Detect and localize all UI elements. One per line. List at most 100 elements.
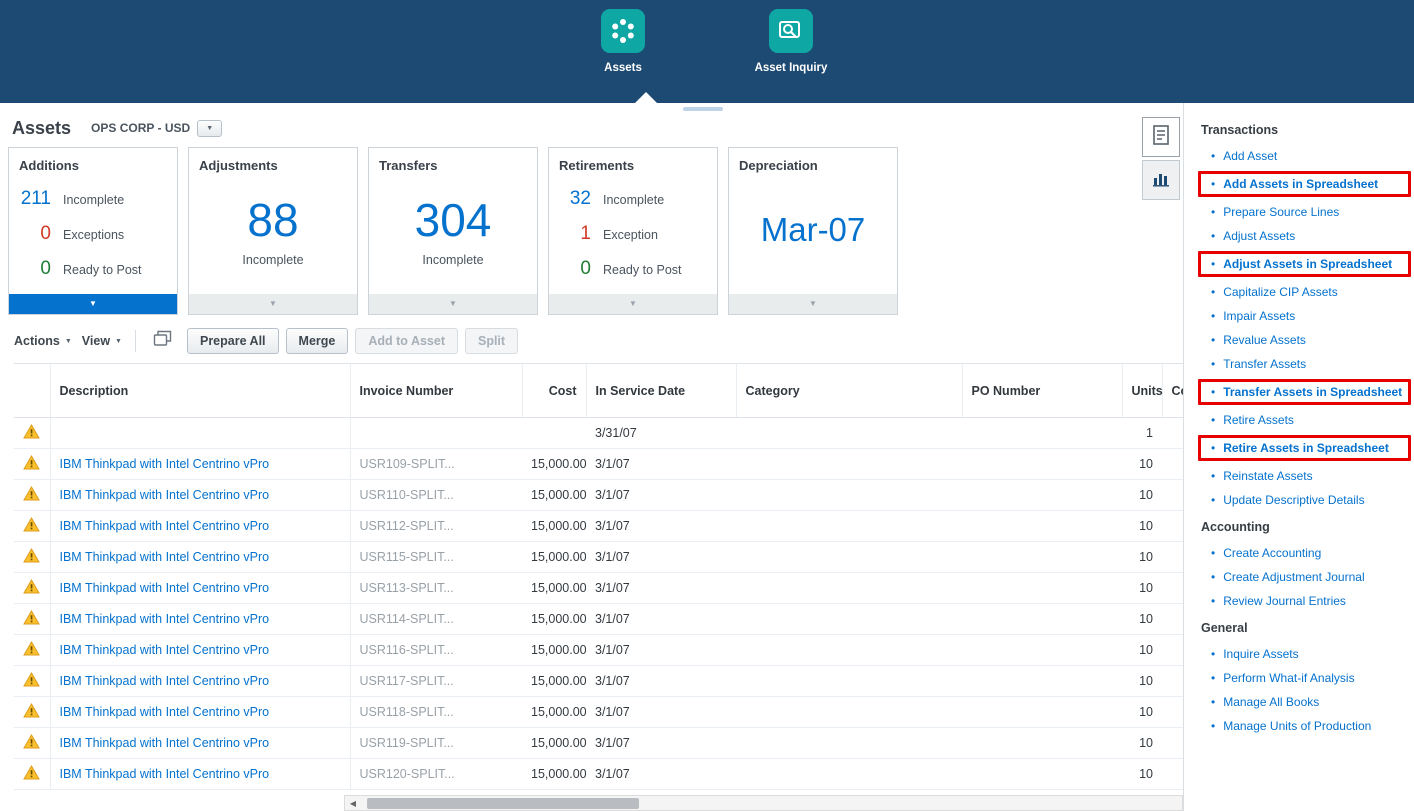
table-row[interactable]: 3/31/07 1 [14,417,1183,449]
task-link-adjust-assets-in-spreadsheet[interactable]: • Adjust Assets in Spreadsheet [1198,251,1411,277]
status-column-header [14,363,51,418]
cell-cost: 15,000.00 [522,727,586,759]
infotile-retirements[interactable]: Retirements 32 Incomplete 1 Exception 0 Ready … [548,147,718,315]
task-link-capitalize-cip-assets[interactable]: • Capitalize CIP Assets [1201,285,1402,299]
warning-cell [14,510,51,542]
actions-menu-button[interactable]: Actions ▼ [14,334,72,348]
banner-item-assets[interactable]: Assets [568,9,678,74]
task-link-inquire-assets[interactable]: • Inquire Assets [1201,647,1402,661]
cell-cost [522,417,586,449]
asset-description-link[interactable]: IBM Thinkpad with Intel Centrino vPro [60,705,270,719]
task-link-update-descriptive-details[interactable]: • Update Descriptive Details [1201,493,1402,507]
book-dropdown-button[interactable]: ▼ [197,119,223,137]
asset-description-link[interactable]: IBM Thinkpad with Intel Centrino vPro [60,643,270,657]
cell-comments [1162,696,1183,728]
task-link-reinstate-assets[interactable]: • Reinstate Assets [1201,469,1402,483]
column-header-in-service-date[interactable]: In Service Date [586,363,737,418]
task-link-revalue-assets[interactable]: • Revalue Assets [1201,333,1402,347]
banner-item-asset-inquiry[interactable]: Asset Inquiry [736,9,846,74]
task-link-label: Inquire Assets [1223,647,1299,661]
task-link-manage-units-of-production[interactable]: • Manage Units of Production [1201,719,1402,733]
cell-po [962,665,1122,697]
column-header-units[interactable]: Units [1122,363,1163,418]
table-row[interactable]: IBM Thinkpad with Intel Centrino vPro USR… [14,696,1183,728]
column-header-description[interactable]: Description [50,363,351,418]
cell-comments [1162,603,1183,635]
infotile-expander[interactable]: ▼ [549,294,717,314]
column-header-cost[interactable]: Cost [522,363,587,418]
table-body: 3/31/07 1 IBM Thinkpad with Intel Centrino… [14,417,1183,790]
table-row[interactable]: IBM Thinkpad with Intel Centrino vPro USR… [14,510,1183,542]
cell-comments [1162,727,1183,759]
tile-big-value: 88 [247,193,299,246]
table-view-toggle-button[interactable] [1142,117,1180,157]
scrollbar-track[interactable] [361,796,1182,810]
asset-description-link[interactable]: IBM Thinkpad with Intel Centrino vPro [60,519,270,533]
column-header-comments[interactable]: Comments [1162,363,1183,418]
view-menu-button[interactable]: View ▼ [82,334,122,348]
table-row[interactable]: IBM Thinkpad with Intel Centrino vPro USR… [14,758,1183,790]
asset-description-link[interactable]: IBM Thinkpad with Intel Centrino vPro [60,488,270,502]
cell-units: 1 [1122,417,1162,449]
warning-cell [14,479,51,511]
task-link-label: Capitalize CIP Assets [1223,285,1338,299]
prepare-all-button[interactable]: Prepare All [186,328,279,354]
column-header-po-number[interactable]: PO Number [962,363,1123,418]
asset-description-link[interactable]: IBM Thinkpad with Intel Centrino vPro [60,581,270,595]
task-link-retire-assets-in-spreadsheet[interactable]: • Retire Assets in Spreadsheet [1198,435,1411,461]
scrollbar-thumb[interactable] [367,798,639,809]
table-row[interactable]: IBM Thinkpad with Intel Centrino vPro USR… [14,479,1183,511]
task-link-add-assets-in-spreadsheet[interactable]: • Add Assets in Spreadsheet [1198,171,1411,197]
asset-description-link[interactable]: IBM Thinkpad with Intel Centrino vPro [60,736,270,750]
task-link-adjust-assets[interactable]: • Adjust Assets [1201,229,1402,243]
infotile-additions[interactable]: Additions 211 Incomplete 0 Exceptions 0 Ready … [8,147,178,315]
task-link-create-adjustment-journal[interactable]: • Create Adjustment Journal [1201,570,1402,584]
asset-description-link[interactable]: IBM Thinkpad with Intel Centrino vPro [60,674,270,688]
task-link-manage-all-books[interactable]: • Manage All Books [1201,695,1402,709]
infotile-expander[interactable]: ▼ [189,294,357,314]
task-link-create-accounting[interactable]: • Create Accounting [1201,546,1402,560]
infotile-expander[interactable]: ▼ [9,294,177,314]
table-row[interactable]: IBM Thinkpad with Intel Centrino vPro USR… [14,634,1183,666]
chart-view-toggle-button[interactable] [1142,160,1180,200]
infotile-expander[interactable]: ▼ [369,294,537,314]
task-link-transfer-assets-in-spreadsheet[interactable]: • Transfer Assets in Spreadsheet [1198,379,1411,405]
task-link-transfer-assets[interactable]: • Transfer Assets [1201,357,1402,371]
task-link-retire-assets[interactable]: • Retire Assets [1201,413,1402,427]
horizontal-scrollbar[interactable]: ◀ [344,795,1183,811]
table-row[interactable]: IBM Thinkpad with Intel Centrino vPro USR… [14,603,1183,635]
asset-description-link[interactable]: IBM Thinkpad with Intel Centrino vPro [60,612,270,626]
cell-comments [1162,510,1183,542]
asset-description-link[interactable]: IBM Thinkpad with Intel Centrino vPro [60,457,270,471]
infotile-depreciation[interactable]: Depreciation Mar-07 ▼ [728,147,898,315]
infotiles: Additions 211 Incomplete 0 Exceptions 0 Ready … [8,147,1183,315]
asset-description-link[interactable]: IBM Thinkpad with Intel Centrino vPro [60,550,270,564]
warning-cell [14,448,51,480]
banner-items: Assets Asset Inquiry [0,0,1414,74]
chevron-down-icon: ▼ [809,299,817,308]
task-link-add-asset[interactable]: • Add Asset [1201,149,1402,163]
task-link-impair-assets[interactable]: • Impair Assets [1201,309,1402,323]
task-link-label: Adjust Assets [1223,229,1296,243]
merge-button[interactable]: Merge [285,328,349,354]
infotile-adjustments[interactable]: Adjustments 88 Incomplete ▼ [188,147,358,315]
table-row[interactable]: IBM Thinkpad with Intel Centrino vPro USR… [14,572,1183,604]
task-link-review-journal-entries[interactable]: • Review Journal Entries [1201,594,1402,608]
table-row[interactable]: IBM Thinkpad with Intel Centrino vPro USR… [14,665,1183,697]
infotile-expander[interactable]: ▼ [729,294,897,314]
scroll-left-button[interactable]: ◀ [345,796,361,810]
column-header-category[interactable]: Category [736,363,963,418]
detach-button[interactable] [149,329,177,353]
table-row[interactable]: IBM Thinkpad with Intel Centrino vPro USR… [14,541,1183,573]
table-row[interactable]: IBM Thinkpad with Intel Centrino vPro USR… [14,448,1183,480]
column-header-invoice-number[interactable]: Invoice Number [350,363,523,418]
table-toolbar: Actions ▼ View ▼ Prepare All Merge Add to … [14,327,1183,355]
task-link-label: Reinstate Assets [1223,469,1313,483]
cell-po [962,603,1122,635]
table-row[interactable]: IBM Thinkpad with Intel Centrino vPro USR… [14,727,1183,759]
infotile-transfers[interactable]: Transfers 304 Incomplete ▼ [368,147,538,315]
task-link-perform-what-if-analysis[interactable]: • Perform What-if Analysis [1201,671,1402,685]
warning-icon [23,454,41,473]
asset-description-link[interactable]: IBM Thinkpad with Intel Centrino vPro [60,767,270,781]
task-link-prepare-source-lines[interactable]: • Prepare Source Lines [1201,205,1402,219]
